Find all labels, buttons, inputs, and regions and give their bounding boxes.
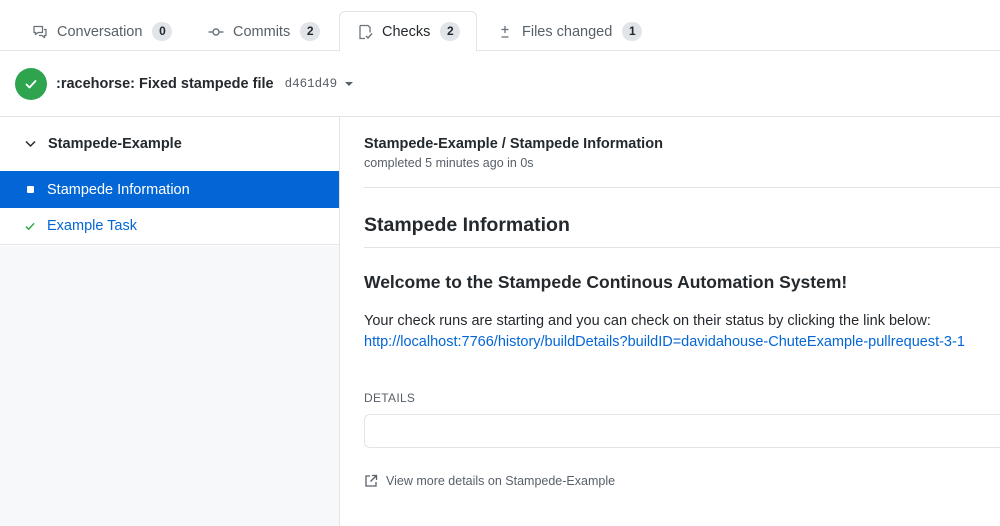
pr-tab-bar: Conversation 0 Commits 2 Checks 2 Files …: [0, 0, 1000, 52]
build-details-link[interactable]: http://localhost:7766/history/buildDetai…: [364, 334, 965, 350]
summary-title: Stampede Information: [364, 214, 1000, 248]
tab-count: 1: [622, 22, 643, 41]
tab-label: Conversation: [57, 23, 143, 40]
git-commit-icon: [207, 23, 225, 41]
check-run-details: Stampede-Example / Stampede Information …: [364, 117, 1000, 526]
details-label: DETAILS: [364, 391, 416, 405]
commit-sha-selector[interactable]: d461d49: [285, 77, 338, 91]
tab-label: Commits: [233, 23, 291, 40]
sidebar-background: [0, 246, 339, 526]
check-run-meta: completed 5 minutes ago in 0s: [364, 156, 534, 170]
view-more-details-label: View more details on Stampede-Example: [386, 474, 616, 488]
summary-text: Your check runs are starting and you can…: [364, 311, 1000, 353]
summary-paragraph: Your check runs are starting and you can…: [364, 313, 931, 329]
tab-commits[interactable]: Commits 2: [191, 11, 336, 52]
in-progress-icon: [26, 186, 34, 193]
check-suite-name: Stampede-Example: [48, 136, 182, 152]
tab-files-changed[interactable]: Files changed 1: [480, 11, 658, 52]
tab-label: Files changed: [522, 23, 613, 40]
welcome-heading: Welcome to the Stampede Continous Automa…: [364, 272, 848, 292]
commit-header: :racehorse: Fixed stampede file d461d49: [0, 51, 1000, 117]
file-diff-icon: [496, 23, 514, 41]
check-suites-sidebar: Stampede-Example Stampede Information Ex…: [0, 117, 340, 526]
view-more-details-link[interactable]: View more details on Stampede-Example: [364, 474, 1000, 488]
tab-count: 2: [300, 22, 321, 41]
details-box: [364, 414, 1000, 448]
tab-count: 2: [440, 22, 461, 41]
check-run-label: Example Task: [47, 218, 137, 234]
check-run-title: Stampede-Example / Stampede Information: [364, 136, 663, 152]
check-run-example-task[interactable]: Example Task: [0, 208, 339, 245]
tab-checks[interactable]: Checks 2: [339, 11, 478, 52]
tab-count: 0: [152, 22, 173, 41]
chevron-down-icon[interactable]: [25, 140, 36, 148]
comment-discussion-icon: [31, 23, 49, 41]
checklist-icon: [356, 23, 374, 41]
check-icon: [25, 222, 35, 231]
check-run-label: Stampede Information: [47, 181, 190, 198]
tab-label: Checks: [382, 23, 431, 40]
chevron-down-icon[interactable]: [345, 81, 354, 86]
check-run-stampede-information[interactable]: Stampede Information: [0, 171, 339, 208]
check-run-header: Stampede-Example / Stampede Information …: [364, 117, 1000, 188]
check-suite-header[interactable]: Stampede-Example: [0, 117, 339, 171]
commit-title: :racehorse: Fixed stampede file: [56, 75, 274, 92]
external-link-icon: [364, 474, 378, 488]
tab-conversation[interactable]: Conversation 0: [15, 11, 188, 52]
check-circle-icon: [15, 67, 47, 100]
